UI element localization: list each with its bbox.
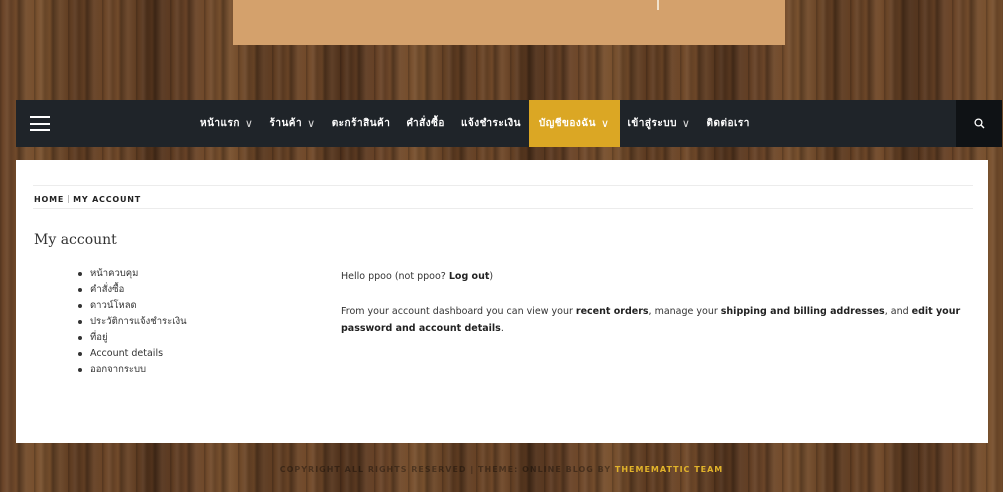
page-title: My account	[34, 232, 117, 248]
nav-item-shop[interactable]: ร้านค้า ∨	[261, 100, 323, 147]
nav-item-home[interactable]: หน้าแรก ∨	[192, 100, 261, 147]
search-button[interactable]	[956, 100, 1002, 147]
nav-item-label: เข้าสู่ระบบ	[627, 118, 677, 129]
greeting-text: Hello ppoo (not ppoo? Log out)	[341, 268, 981, 285]
main-content: HOME MY ACCOUNT My account หน้าควบคุม คำส…	[16, 160, 988, 443]
chevron-down-icon: ∨	[681, 117, 691, 130]
header-banner	[233, 0, 785, 45]
chevron-down-icon: ∨	[307, 117, 316, 130]
greeting-close: )	[489, 271, 494, 282]
dashboard-text: .	[500, 323, 504, 334]
greeting-not-prefix: (not	[391, 271, 418, 282]
breadcrumb-separator	[68, 195, 70, 203]
recent-orders-link[interactable]: recent orders	[576, 306, 649, 317]
username: ppoo	[368, 271, 392, 282]
account-nav-account-details[interactable]: Account details	[78, 346, 187, 362]
account-dashboard-content: Hello ppoo (not ppoo? Log out) From your…	[341, 268, 981, 337]
banner-mark	[657, 0, 659, 10]
account-navigation: หน้าควบคุม คำสั่งซื้อ ดาวน์โหลด ประวัติก…	[78, 266, 187, 378]
dashboard-text: , manage your	[648, 306, 721, 317]
nav-item-orders[interactable]: คำสั่งซื้อ	[398, 100, 453, 147]
nav-item-login[interactable]: เข้าสู่ระบบ ∨	[620, 100, 699, 147]
nav-item-cart[interactable]: ตะกร้าสินค้า	[324, 100, 399, 147]
nav-menu: หน้าแรก ∨ ร้านค้า ∨ ตะกร้าสินค้า คำสั่งซ…	[192, 100, 758, 147]
dashboard-description: From your account dashboard you can view…	[341, 303, 981, 337]
addresses-link[interactable]: shipping and billing addresses	[721, 306, 885, 317]
nav-item-label: ตะกร้าสินค้า	[331, 118, 391, 129]
nav-item-label: แจ้งชำระเงิน	[460, 118, 521, 129]
chevron-down-icon: ∨	[244, 117, 254, 130]
main-navigation: หน้าแรก ∨ ร้านค้า ∨ ตะกร้าสินค้า คำสั่งซ…	[16, 100, 1002, 147]
nav-item-payment-notify[interactable]: แจ้งชำระเงิน	[453, 100, 529, 147]
account-nav-downloads[interactable]: ดาวน์โหลด	[78, 298, 187, 314]
nav-item-label: คำสั่งซื้อ	[406, 118, 445, 129]
breadcrumb: HOME MY ACCOUNT	[34, 195, 141, 204]
logout-link[interactable]: Log out	[449, 271, 490, 282]
greeting-not-suffix: ?	[440, 271, 449, 282]
breadcrumb-current: MY ACCOUNT	[73, 195, 142, 204]
greeting-prefix: Hello	[341, 271, 369, 282]
account-nav-payment-history[interactable]: ประวัติการแจ้งชำระเงิน	[78, 314, 187, 330]
nav-item-label: ร้านค้า	[269, 118, 303, 129]
account-nav-addresses[interactable]: ที่อยู่	[78, 330, 187, 346]
breadcrumb-home-link[interactable]: HOME	[34, 195, 64, 204]
dashboard-text: , and	[884, 306, 912, 317]
dashboard-text: From your account dashboard you can view…	[341, 306, 576, 317]
nav-item-label: หน้าแรก	[200, 118, 240, 129]
account-nav-orders[interactable]: คำสั่งซื้อ	[78, 282, 187, 298]
chevron-down-icon: ∨	[600, 117, 610, 130]
footer-brand-link[interactable]: THEMEMATTIC TEAM	[615, 465, 723, 474]
account-nav-dashboard[interactable]: หน้าควบคุม	[78, 266, 187, 282]
divider	[33, 185, 973, 186]
nav-item-label: บัญชีของฉัน	[538, 118, 596, 129]
nav-item-contact[interactable]: ติดต่อเรา	[698, 100, 757, 147]
site-footer: COPYRIGHT ALL RIGHTS RESERVED | THEME: O…	[0, 465, 1003, 474]
search-icon	[973, 118, 984, 129]
account-nav-logout[interactable]: ออกจากระบบ	[78, 362, 187, 378]
nav-item-my-account[interactable]: บัญชีของฉัน ∨	[528, 100, 620, 147]
footer-copyright: COPYRIGHT ALL RIGHTS RESERVED | THEME: O…	[279, 465, 615, 474]
nav-item-label: ติดต่อเรา	[706, 118, 750, 129]
divider	[33, 208, 973, 209]
hamburger-menu-icon[interactable]	[30, 116, 50, 131]
username-alt: ppoo	[417, 271, 441, 282]
